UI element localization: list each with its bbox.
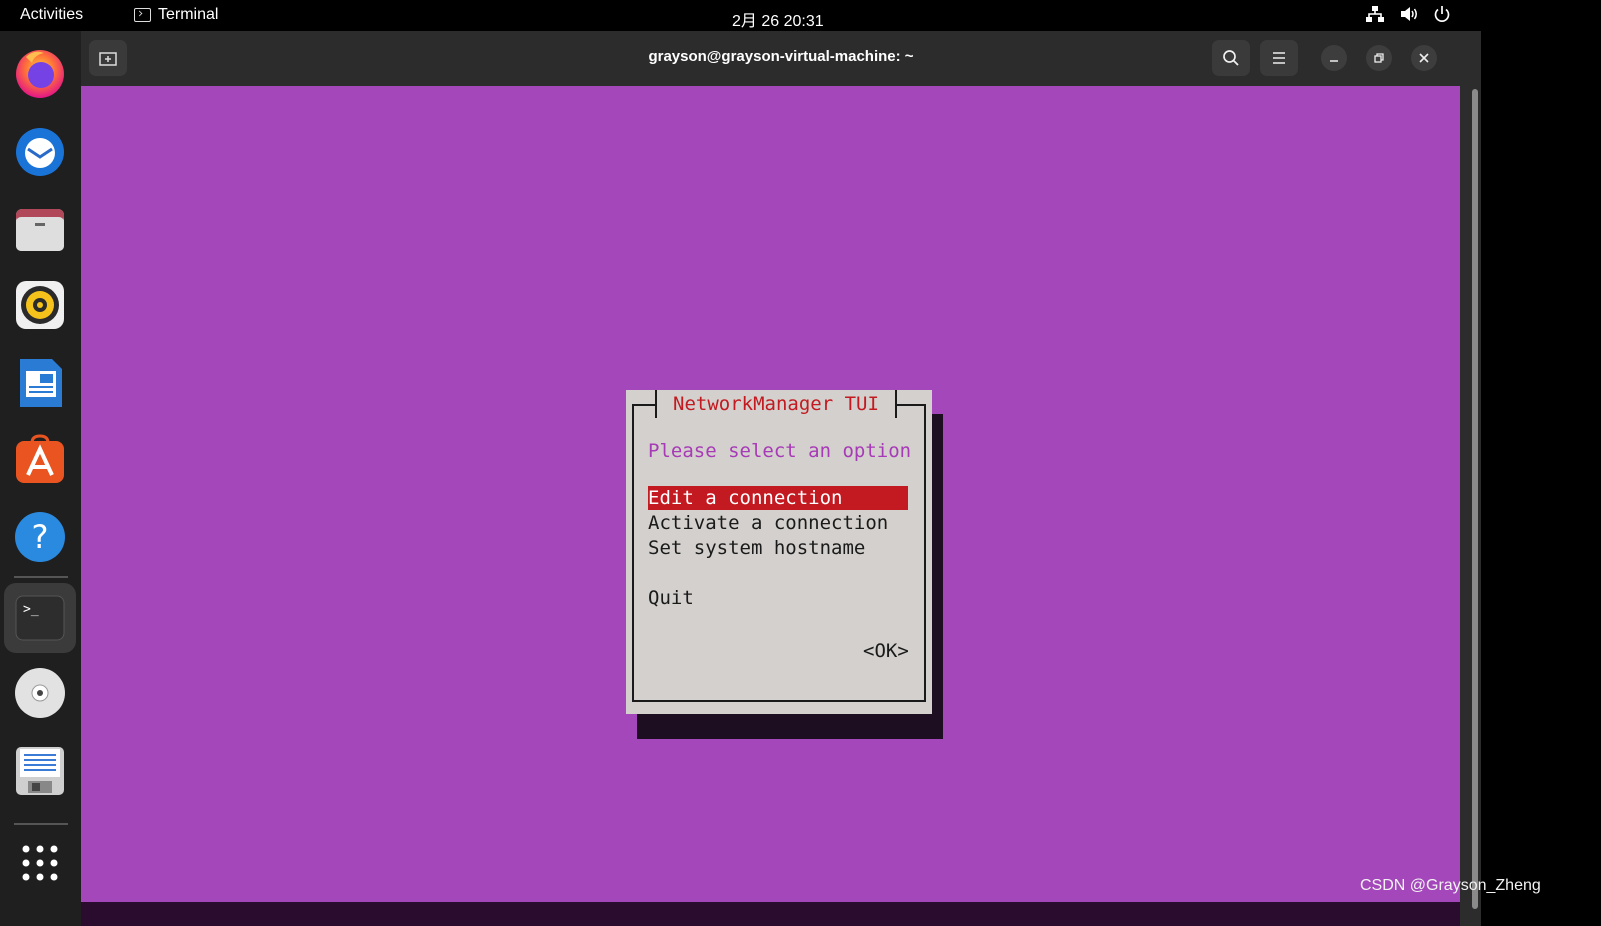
ok-button[interactable]: <OK> xyxy=(863,640,909,662)
top-bar: Activities Terminal 2月 26 20:31 xyxy=(0,0,1601,31)
dock: ? >_ xyxy=(0,31,81,926)
app-center-icon[interactable] xyxy=(14,433,66,485)
save-disk-icon[interactable] xyxy=(14,745,66,797)
files-icon[interactable] xyxy=(14,203,66,255)
hamburger-icon xyxy=(1273,52,1285,64)
dock-separator-2 xyxy=(14,823,68,825)
terminal-window: grayson@grayson-virtual-machine: ~ Netwo… xyxy=(81,31,1481,926)
activities-button[interactable]: Activities xyxy=(20,6,83,24)
header-bar: grayson@grayson-virtual-machine: ~ xyxy=(81,31,1481,86)
dialog-prompt: Please select an option xyxy=(648,440,912,462)
close-button[interactable] xyxy=(1411,45,1437,71)
dialog-title: NetworkManager TUI xyxy=(655,390,897,418)
clock[interactable]: 2月 26 20:31 xyxy=(732,7,824,31)
volume-icon xyxy=(1401,7,1417,21)
terminal-icon[interactable]: >_ xyxy=(14,592,66,644)
option-quit[interactable]: Quit xyxy=(648,586,694,610)
search-icon xyxy=(1223,50,1239,66)
thunderbird-icon[interactable] xyxy=(14,125,66,177)
option-activate-connection[interactable]: Activate a connection xyxy=(648,511,888,535)
rhythmbox-icon[interactable] xyxy=(14,279,66,331)
libreoffice-writer-icon[interactable] xyxy=(14,357,66,409)
menu-button[interactable] xyxy=(1260,40,1298,76)
show-apps-grid-icon[interactable] xyxy=(14,837,66,889)
search-button[interactable] xyxy=(1212,40,1250,76)
terminal-small-icon xyxy=(134,8,151,22)
option-set-hostname[interactable]: Set system hostname xyxy=(648,536,865,560)
power-icon xyxy=(1434,6,1450,22)
nmtui-dialog: NetworkManager TUI Please select an opti… xyxy=(626,390,932,714)
dock-separator xyxy=(14,576,68,578)
network-icon xyxy=(1366,6,1384,22)
scrollbar-thumb[interactable] xyxy=(1472,89,1478,909)
help-icon[interactable]: ? xyxy=(14,511,66,563)
firefox-icon[interactable] xyxy=(14,47,66,99)
app-menu[interactable]: Terminal xyxy=(134,6,218,24)
system-tray[interactable] xyxy=(1365,5,1451,23)
app-menu-label: Terminal xyxy=(158,6,219,23)
svg-text:?: ? xyxy=(32,518,49,556)
minimize-icon xyxy=(1330,60,1338,62)
disc-icon[interactable] xyxy=(14,667,66,719)
close-icon xyxy=(1419,53,1429,63)
terminal-bottom-strip xyxy=(81,902,1460,926)
watermark: CSDN @Grayson_Zheng xyxy=(1360,877,1541,894)
restore-icon xyxy=(1374,53,1384,63)
minimize-button[interactable] xyxy=(1321,45,1347,71)
svg-text:>_: >_ xyxy=(23,602,39,617)
restore-button[interactable] xyxy=(1366,45,1392,71)
terminal-area[interactable]: NetworkManager TUI Please select an opti… xyxy=(81,86,1460,902)
option-edit-connection[interactable]: Edit a connection xyxy=(648,486,908,510)
